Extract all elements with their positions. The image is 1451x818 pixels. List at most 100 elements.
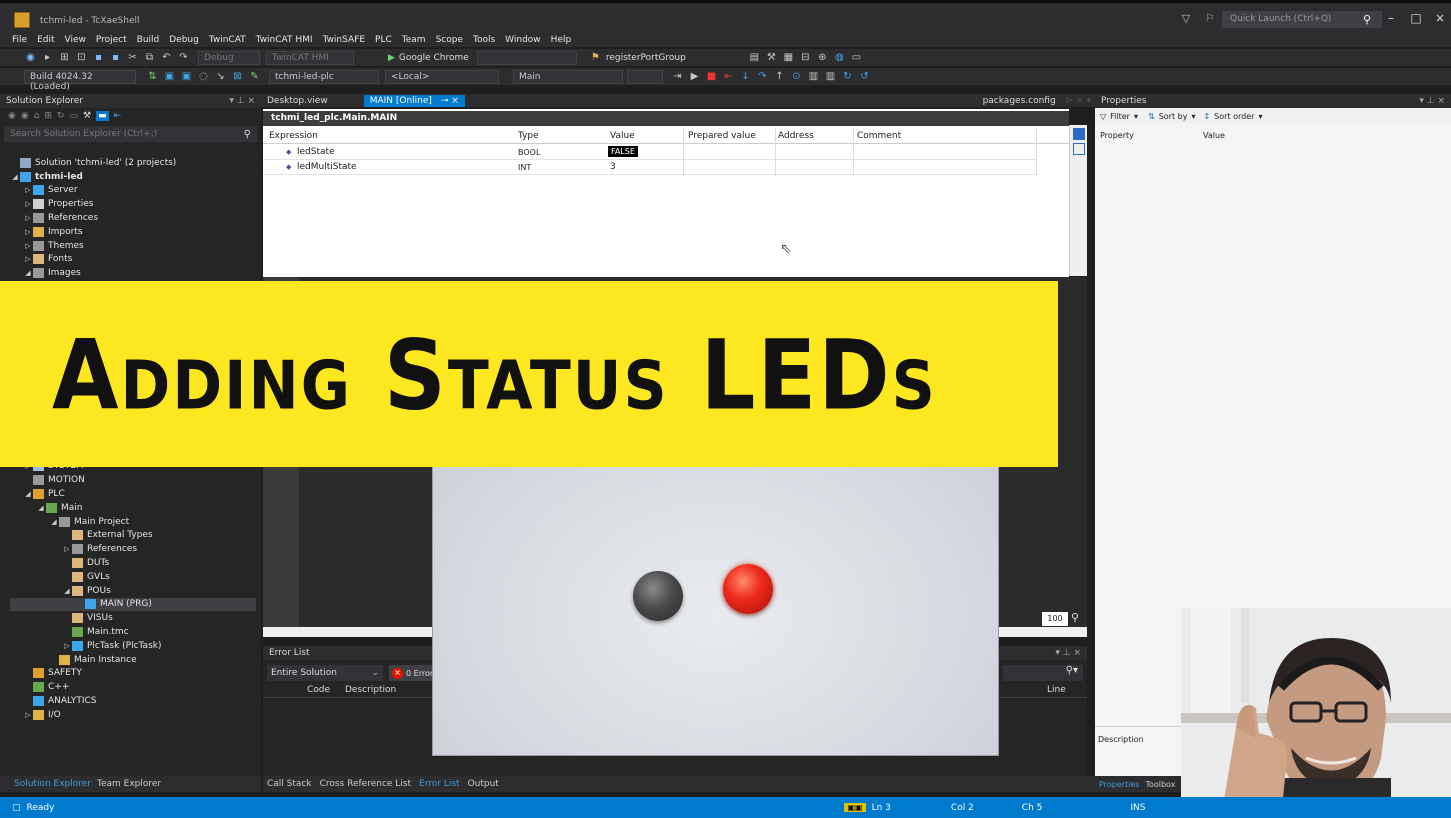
menu-plc[interactable]: PLC xyxy=(375,35,392,45)
tree-item[interactable]: External Types xyxy=(10,529,256,543)
error-search-icon[interactable]: ⚲▾ xyxy=(1066,665,1078,676)
collapsed-arrow-icon[interactable]: ▷ xyxy=(23,214,33,222)
error-list-pin-icon[interactable]: ▾ ⊥ × xyxy=(1055,648,1081,658)
config-mode-icon[interactable]: ▣ xyxy=(163,71,176,83)
col-description[interactable]: Description xyxy=(345,685,396,695)
se-forward-icon[interactable]: ◉ xyxy=(21,111,29,121)
zoom-level[interactable]: 100 xyxy=(1042,612,1068,626)
target-icon[interactable]: ✎ xyxy=(248,71,261,83)
properties-sort-by[interactable]: Sort by xyxy=(1159,112,1188,121)
tree-item[interactable]: ANALYTICS xyxy=(10,694,256,708)
tab-error-list[interactable]: Error List xyxy=(419,779,460,789)
tree-item[interactable]: ▷ Server xyxy=(10,184,256,198)
col-prepared-value[interactable]: Prepared value xyxy=(688,131,756,141)
tree-item[interactable]: ▷ Properties xyxy=(10,197,256,211)
tree-item[interactable]: ◢ Main Project xyxy=(10,515,256,529)
start-icon[interactable]: ▶ xyxy=(688,71,701,83)
pending-changes-icon[interactable]: ↻ xyxy=(57,111,65,121)
tree-item[interactable]: SAFETY xyxy=(10,666,256,680)
tab-call-stack[interactable]: Call Stack xyxy=(267,779,312,789)
save-all-icon[interactable]: ▪ xyxy=(109,52,122,64)
watch-row[interactable]: ◆ ledMultiState INT 3 xyxy=(263,160,1036,175)
cut-icon[interactable]: ✂ xyxy=(126,52,139,64)
tab-team-explorer[interactable]: Team Explorer xyxy=(97,779,161,789)
collapsed-arrow-icon[interactable]: ▷ xyxy=(23,711,33,719)
menu-twinsafe[interactable]: TwinSAFE xyxy=(323,35,365,45)
show-all-files-icon[interactable]: ▭ xyxy=(70,111,79,121)
quick-launch-input[interactable]: Quick Launch (Ctrl+Q) xyxy=(1222,11,1382,28)
tree-item[interactable]: Main Instance xyxy=(10,653,256,667)
col-value[interactable]: Value xyxy=(610,131,635,141)
toolbar-icon-d[interactable]: ▥ xyxy=(824,71,837,83)
toolbar-icon-b[interactable]: ↘ xyxy=(214,71,227,83)
target-system-select[interactable]: <Local> xyxy=(385,69,499,84)
tree-item[interactable]: ▷ PlcTask (PlcTask) xyxy=(10,639,256,653)
properties-wrench-icon[interactable]: ⚒ xyxy=(83,111,91,121)
save-icon[interactable]: ▪ xyxy=(92,52,105,64)
watch-tool-icon[interactable] xyxy=(1073,128,1085,140)
scan-icon[interactable]: ⊠ xyxy=(231,71,244,83)
wrench-icon[interactable]: ⚒ xyxy=(765,52,778,64)
logout-icon[interactable]: ⇤ xyxy=(722,71,735,83)
tab-overflow-icon[interactable]: ⊳ × ▾ xyxy=(1066,96,1091,106)
col-expression[interactable]: Expression xyxy=(269,131,318,141)
col-code[interactable]: Code xyxy=(307,685,330,695)
menu-view[interactable]: View xyxy=(65,35,86,45)
collapsed-arrow-icon[interactable]: ▷ xyxy=(23,200,33,208)
watch-tool-icon[interactable] xyxy=(1073,143,1085,155)
tab-main-online[interactable]: MAIN [Online] ⊸ × xyxy=(363,94,465,107)
menu-twincat-hmi[interactable]: TwinCAT HMI xyxy=(256,35,313,45)
tree-item[interactable]: MAIN (PRG) xyxy=(10,597,256,612)
tree-item[interactable]: VISUs xyxy=(10,611,256,625)
se-search-box[interactable]: Search Solution Explorer (Ctrl+;) ⚲ xyxy=(4,126,257,142)
expanded-arrow-icon[interactable]: ◢ xyxy=(10,173,20,181)
refresh-icon[interactable]: ↻ xyxy=(841,71,854,83)
tree-item[interactable]: ◢ PLC xyxy=(10,487,256,501)
row-value[interactable]: 3 xyxy=(610,162,616,172)
task-select[interactable]: Main xyxy=(513,69,623,84)
menu-edit[interactable]: Edit xyxy=(37,35,54,45)
tree-item[interactable]: Solution 'tchmi-led' (2 projects) xyxy=(10,156,256,170)
new-project-icon[interactable]: ⊞ xyxy=(58,52,71,64)
menu-window[interactable]: Window xyxy=(505,35,541,45)
back-icon[interactable]: ◉ xyxy=(24,52,37,64)
configuration-select[interactable]: Debug xyxy=(198,50,260,65)
step-out-icon[interactable]: ↑ xyxy=(773,71,786,83)
menu-team[interactable]: Team xyxy=(402,35,426,45)
tree-item[interactable]: C++ xyxy=(10,680,256,694)
search-icon[interactable]: ⚲ xyxy=(1360,12,1374,26)
menu-build[interactable]: Build xyxy=(137,35,160,45)
watch-row[interactable]: ◆ ledState BOOL FALSE xyxy=(263,145,1036,160)
row-value[interactable]: FALSE xyxy=(608,146,638,157)
collapsed-arrow-icon[interactable]: ▷ xyxy=(23,186,33,194)
status-led-off[interactable] xyxy=(633,571,683,621)
menu-debug[interactable]: Debug xyxy=(169,35,199,45)
collapse-all-icon[interactable]: ⇤ xyxy=(114,111,122,121)
properties-filter[interactable]: Filter xyxy=(1110,112,1130,121)
login-icon[interactable]: ⇥ xyxy=(671,71,684,83)
menu-tools[interactable]: Tools xyxy=(473,35,495,45)
run-target-select[interactable] xyxy=(476,50,577,65)
play-icon[interactable]: ▶ xyxy=(388,53,395,63)
tree-item[interactable]: ▷ References xyxy=(10,211,256,225)
tool-icon-4[interactable]: ⊕ xyxy=(816,52,829,64)
col-address[interactable]: Address xyxy=(778,131,814,141)
close-button[interactable]: × xyxy=(1431,11,1449,27)
copy-icon[interactable]: ⧉ xyxy=(143,52,156,64)
se-back-icon[interactable]: ◉ xyxy=(8,111,16,121)
menu-help[interactable]: Help xyxy=(551,35,572,45)
tab-packages-config[interactable]: packages.config xyxy=(977,95,1062,107)
filter-icon[interactable]: ▽ xyxy=(1180,12,1192,25)
menu-scope[interactable]: Scope xyxy=(436,35,463,45)
expanded-arrow-icon[interactable]: ◢ xyxy=(49,518,59,526)
tree-item[interactable]: ◢ tchmi-led xyxy=(10,170,256,184)
tree-item[interactable]: ▷ Fonts xyxy=(10,253,256,267)
collapsed-arrow-icon[interactable]: ▷ xyxy=(62,545,72,553)
col-type[interactable]: Type xyxy=(518,131,539,141)
run-mode-icon[interactable]: ▣ xyxy=(180,71,193,83)
properties-sort-order[interactable]: Sort order xyxy=(1214,112,1254,121)
platform-select[interactable]: TwinCAT HMI xyxy=(266,50,354,65)
tab-solution-explorer[interactable]: Solution Explorer xyxy=(14,779,91,789)
se-search-icon[interactable]: ⚲ xyxy=(244,129,257,140)
port-group-select[interactable]: registerPortGroup xyxy=(606,53,746,63)
